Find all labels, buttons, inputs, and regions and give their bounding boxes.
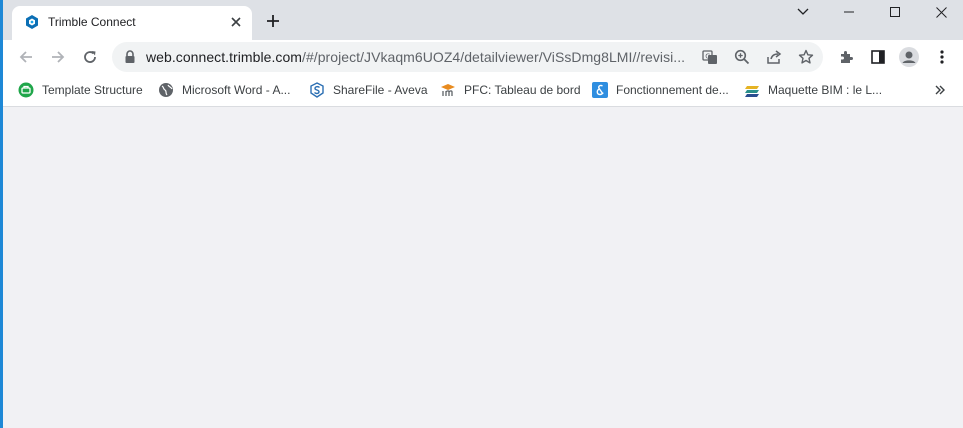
sharefile-icon (309, 82, 325, 98)
tab-strip: Trimble Connect (0, 0, 963, 40)
browser-toolbar: web.connect.trimble.com/#/project/JVkaqm… (0, 40, 963, 74)
share-icon[interactable] (764, 47, 784, 67)
menu-icon[interactable] (930, 45, 954, 69)
minimize-icon[interactable] (826, 0, 872, 24)
bookmark-label: Microsoft Word - A... (182, 83, 291, 97)
left-window-edge (0, 0, 3, 428)
fonctionnement-icon (592, 82, 608, 98)
svg-text:G: G (705, 53, 710, 61)
bookmarks-bar: Template Structure Microsoft Word - A...… (0, 74, 963, 107)
bookmark-fonctionnement[interactable]: Fonctionnement de... (592, 80, 729, 100)
bookmark-microsoft-word[interactable]: Microsoft Word - A... (158, 80, 290, 100)
trimble-connect-icon (24, 14, 40, 30)
bookmark-label: ShareFile - Aveva (333, 83, 428, 97)
side-panel-icon[interactable] (866, 45, 890, 69)
zoom-icon[interactable] (732, 47, 752, 67)
bookmark-star-icon[interactable] (796, 47, 816, 67)
reload-icon[interactable] (78, 45, 102, 69)
template-structure-icon (18, 82, 34, 98)
forward-arrow-icon[interactable] (46, 45, 70, 69)
maquette-bim-icon (744, 82, 760, 98)
page-content (3, 107, 963, 428)
back-arrow-icon[interactable] (14, 45, 38, 69)
extensions-icon[interactable] (834, 45, 858, 69)
profile-icon[interactable] (897, 45, 921, 69)
maximize-icon[interactable] (872, 0, 918, 24)
url-host: web.connect.trimble.com (146, 49, 302, 65)
bookmark-label: PFC: Tableau de bord (464, 83, 581, 97)
address-bar[interactable]: web.connect.trimble.com/#/project/JVkaqm… (112, 42, 823, 72)
bookmark-label: Template Structure (42, 83, 143, 97)
bookmark-label: Fonctionnement de... (616, 83, 729, 97)
tab-title: Trimble Connect (48, 15, 136, 29)
bookmark-sharefile[interactable]: ShareFile - Aveva (309, 80, 428, 100)
chevron-double-right-icon[interactable] (930, 80, 950, 100)
globe-icon (158, 82, 174, 98)
new-tab-icon[interactable] (262, 10, 284, 32)
translate-icon[interactable]: G (700, 47, 720, 67)
bookmark-label: Maquette BIM : le L... (768, 83, 883, 97)
pfc-icon (440, 82, 456, 98)
tab-close-icon[interactable] (228, 14, 244, 30)
url-text[interactable]: web.connect.trimble.com/#/project/JVkaqm… (146, 49, 685, 65)
lock-icon[interactable] (124, 50, 138, 64)
bookmark-template-structure[interactable]: Template Structure (18, 80, 143, 100)
url-path: /#/project/JVkaqm6UOZ4/detailviewer/ViSs… (302, 49, 686, 65)
chevron-down-icon[interactable] (780, 0, 826, 24)
tab-trimble-connect[interactable]: Trimble Connect (12, 6, 252, 40)
bookmark-pfc[interactable]: PFC: Tableau de bord (440, 80, 581, 100)
bookmark-maquette-bim[interactable]: Maquette BIM : le L... (744, 80, 882, 100)
close-icon[interactable] (918, 0, 963, 24)
